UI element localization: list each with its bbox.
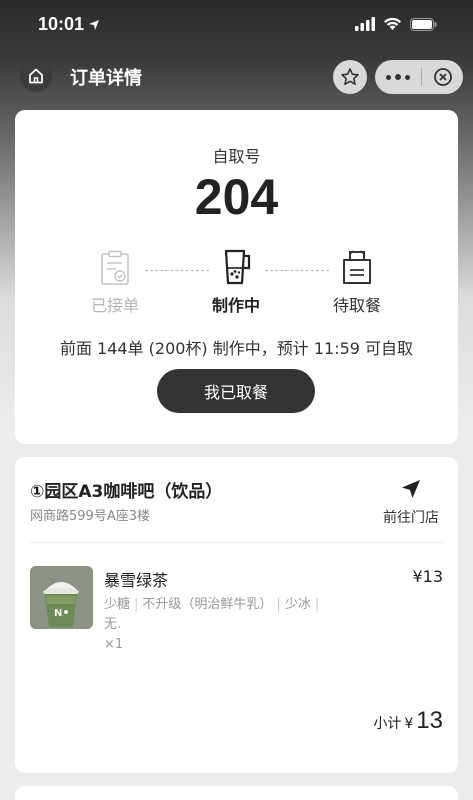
step-order-received: 已接单 bbox=[60, 246, 170, 316]
nav-bar: 订单详情 bbox=[0, 56, 473, 96]
pickup-number: 204 bbox=[194, 169, 279, 225]
close-miniapp-button[interactable] bbox=[422, 67, 463, 87]
divider bbox=[30, 542, 443, 543]
cellular-signal-icon bbox=[355, 17, 375, 31]
next-card bbox=[15, 786, 458, 800]
miniapp-capsule bbox=[375, 60, 463, 94]
svg-text:N: N bbox=[54, 608, 62, 619]
spec-extra: 无. bbox=[104, 617, 122, 632]
status-icons bbox=[355, 17, 437, 31]
star-icon bbox=[341, 68, 359, 85]
spec-sugar: 少糖 bbox=[104, 597, 131, 612]
home-button[interactable] bbox=[20, 60, 52, 92]
more-dot-icon bbox=[386, 74, 391, 80]
pickup-label: 自取号 bbox=[212, 147, 261, 166]
step-label: 制作中 bbox=[211, 296, 260, 315]
step-ready-pickup: 待取餐 bbox=[302, 246, 412, 316]
page-title: 订单详情 bbox=[70, 68, 142, 89]
navigate-to-store-button[interactable]: 前往门店 bbox=[379, 477, 443, 527]
more-button[interactable] bbox=[375, 74, 421, 80]
clipboard-check-icon bbox=[101, 250, 129, 285]
queue-status-text: 前面 144单 (200杯) 制作中，预计 11:59 可自取 bbox=[59, 339, 414, 358]
battery-icon bbox=[410, 17, 437, 31]
matcha-drink-image: N bbox=[30, 566, 93, 629]
status-bar: 10:01 bbox=[0, 0, 473, 50]
close-circle-icon bbox=[433, 68, 452, 86]
takeaway-bag-icon bbox=[343, 250, 371, 284]
location-arrow-icon bbox=[89, 20, 99, 30]
product-price: ¥13 bbox=[412, 567, 443, 586]
product-name: 暴雪绿茶 bbox=[104, 571, 169, 590]
subtotal: 小计 ¥ 13 bbox=[373, 707, 443, 735]
status-time: 10:01 bbox=[38, 14, 85, 34]
subtotal-amount: 13 bbox=[416, 707, 443, 734]
pickup-card: 自取号 204 已接单 制作中 待取餐 前面 144单 (200杯) 制作中，预… bbox=[15, 110, 458, 444]
subtotal-currency: ¥ bbox=[404, 716, 414, 732]
store-address: 网商路599号A座3楼 bbox=[30, 509, 150, 524]
home-icon bbox=[29, 68, 43, 84]
product-image: N bbox=[30, 566, 93, 629]
blender-cup-icon bbox=[224, 249, 251, 285]
product-quantity: ×1 bbox=[104, 637, 124, 652]
more-dot-icon bbox=[405, 74, 410, 80]
navigate-label: 前往门店 bbox=[383, 510, 439, 526]
more-dot-icon bbox=[395, 74, 401, 80]
store-name: ①园区A3咖啡吧（饮品） bbox=[30, 482, 223, 502]
product-specs: 少糖 | 不升级（明治鲜牛乳） | 少冰 | 无. bbox=[104, 597, 320, 632]
spec-milk: 不升级（明治鲜牛乳） bbox=[142, 597, 273, 612]
order-card: ①园区A3咖啡吧（饮品） 网商路599号A座3楼 前往门店 N 暴雪绿茶 ¥13… bbox=[15, 457, 458, 773]
wifi-icon bbox=[384, 17, 401, 30]
favorite-button[interactable] bbox=[333, 60, 367, 94]
spec-ice: 少冰 bbox=[284, 597, 311, 612]
step-making: 制作中 bbox=[181, 246, 291, 316]
picked-up-button[interactable]: 我已取餐 bbox=[157, 369, 315, 413]
step-label: 已接单 bbox=[90, 296, 139, 315]
navigation-arrow-icon bbox=[402, 480, 420, 498]
step-label: 待取餐 bbox=[332, 296, 381, 315]
subtotal-label: 小计 bbox=[373, 716, 402, 732]
